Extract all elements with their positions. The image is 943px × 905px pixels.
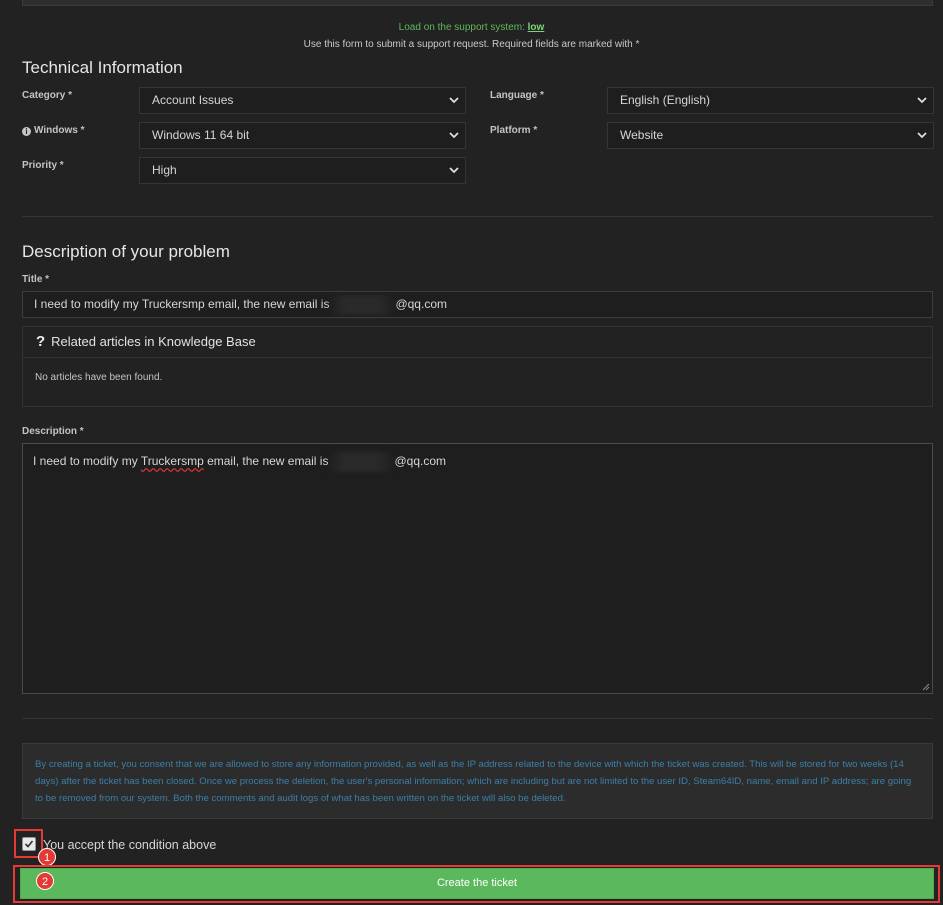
windows-label-text: Windows *: [34, 125, 85, 136]
category-label: Category *: [22, 90, 73, 101]
chevron-down-icon: [917, 132, 927, 139]
redacted-email-mask: [329, 294, 396, 315]
chevron-down-icon: [917, 97, 927, 104]
windows-selected-value: Windows 11 64 bit: [152, 128, 250, 142]
problem-heading: Description of your problem: [22, 242, 230, 261]
resize-grip-icon[interactable]: [922, 683, 930, 691]
description-middle: email, the new email is: [203, 454, 329, 469]
previous-panel-edge: [22, 0, 933, 6]
platform-selected-value: Website: [620, 128, 664, 142]
platform-label: Platform *: [490, 125, 538, 136]
priority-label: Priority *: [22, 160, 64, 171]
priority-select[interactable]: High: [139, 157, 466, 184]
create-ticket-button[interactable]: Create the ticket: [20, 868, 934, 899]
title-value-prefix: I need to modify my Truckersmp email, th…: [34, 297, 330, 311]
knowledge-base-panel: ? Related articles in Knowledge Base No a…: [22, 326, 933, 407]
description-label: Description *: [22, 426, 84, 437]
description-textarea[interactable]: I need to modify my Truckersmp email, th…: [22, 443, 933, 694]
windows-select[interactable]: Windows 11 64 bit: [139, 122, 466, 149]
title-input[interactable]: I need to modify my Truckersmp email, th…: [22, 291, 933, 318]
category-select[interactable]: Account Issues: [139, 87, 466, 114]
info-icon: i: [22, 127, 31, 136]
kb-empty-text: No articles have been found.: [35, 372, 163, 383]
chevron-down-icon: [449, 167, 459, 174]
misspelled-word: Truckersmp: [140, 454, 204, 469]
accept-condition-label[interactable]: You accept the condition above: [43, 838, 216, 852]
section-divider: [22, 216, 933, 217]
technical-info-heading: Technical Information: [22, 58, 183, 77]
load-value-link[interactable]: low: [528, 22, 545, 33]
redacted-email-mask: [328, 452, 395, 472]
support-load-indicator: Load on the support system: low: [0, 22, 943, 33]
priority-selected-value: High: [152, 163, 177, 177]
section-divider: [22, 718, 933, 719]
title-value-suffix: @qq.com: [395, 297, 447, 311]
question-icon: ?: [36, 333, 46, 350]
category-selected-value: Account Issues: [152, 93, 234, 107]
annotation-badge-1: 1: [38, 848, 56, 866]
description-suffix: @qq.com: [394, 454, 447, 469]
annotation-badge-2: 2: [36, 872, 54, 890]
load-label: Load on the support system:: [398, 22, 525, 33]
chevron-down-icon: [449, 132, 459, 139]
chevron-down-icon: [449, 97, 459, 104]
kb-panel-header: ? Related articles in Knowledge Base: [23, 327, 932, 358]
kb-heading: Related articles in Knowledge Base: [51, 334, 256, 349]
form-intro-text: Use this form to submit a support reques…: [303, 39, 640, 50]
windows-label: i Windows *: [22, 125, 84, 136]
title-label: Title *: [22, 274, 50, 285]
description-prefix: I need to modify my: [33, 454, 141, 469]
consent-notice: By creating a ticket, you consent that w…: [22, 743, 933, 819]
platform-select[interactable]: Website: [607, 122, 934, 149]
language-selected-value: English (English): [620, 93, 711, 107]
language-select[interactable]: English (English): [607, 87, 934, 114]
language-label: Language *: [490, 90, 544, 101]
